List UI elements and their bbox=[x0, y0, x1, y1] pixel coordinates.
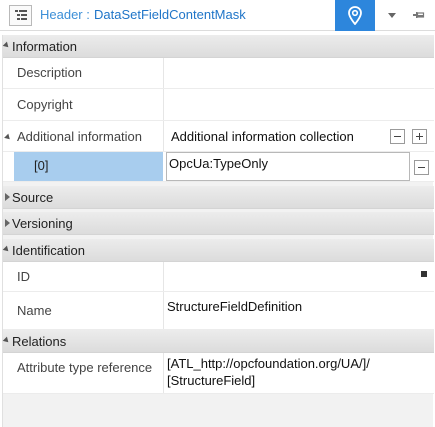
collapse-arrow-icon[interactable] bbox=[4, 133, 12, 142]
section-versioning[interactable]: Versioning bbox=[3, 212, 434, 235]
property-name: Copyright bbox=[17, 97, 73, 112]
property-row-id[interactable]: ID bbox=[3, 262, 434, 292]
expand-arrow-icon[interactable] bbox=[5, 193, 10, 201]
section-label: Information bbox=[12, 39, 78, 54]
property-row-additional-information[interactable]: Additional information Additional inform… bbox=[3, 121, 434, 152]
section-label: Source bbox=[12, 190, 54, 205]
property-row-attribute-type-reference[interactable]: Attribute type reference [ATL_http://opc… bbox=[3, 353, 434, 394]
pin-location-button[interactable] bbox=[335, 0, 375, 31]
unpin-button[interactable] bbox=[412, 8, 426, 22]
dropdown-arrow-icon bbox=[388, 13, 396, 18]
collection-item-row[interactable]: [0] OpcUa:TypeOnly bbox=[3, 152, 434, 182]
properties-icon[interactable] bbox=[9, 5, 32, 26]
collection-item-index: [0] bbox=[34, 158, 49, 173]
property-row-name[interactable]: Name StructureFieldDefinition bbox=[3, 292, 434, 330]
add-item-button[interactable] bbox=[412, 129, 427, 144]
section-information[interactable]: Information bbox=[2, 35, 434, 58]
remove-item-button[interactable] bbox=[390, 129, 405, 144]
property-name: Name bbox=[17, 303, 52, 318]
section-label: Identification bbox=[12, 243, 85, 258]
remove-collection-item-button[interactable] bbox=[414, 160, 429, 175]
additional-information-value: Additional information collection bbox=[171, 129, 354, 144]
header-label: Header : bbox=[40, 7, 90, 22]
collection-item-value-field[interactable]: OpcUa:TypeOnly bbox=[166, 152, 410, 181]
section-label: Versioning bbox=[12, 216, 73, 231]
unpin-icon bbox=[413, 12, 425, 18]
header-value: DataSetFieldContentMask bbox=[94, 7, 246, 22]
property-name: Description bbox=[17, 65, 83, 80]
name-value[interactable]: StructureFieldDefinition bbox=[167, 299, 302, 314]
expand-arrow-icon[interactable] bbox=[5, 219, 10, 227]
property-name: Additional information bbox=[17, 129, 143, 144]
property-header: Header : DataSetFieldContentMask bbox=[0, 0, 435, 31]
property-row-copyright[interactable]: Copyright bbox=[3, 89, 434, 121]
ellipsis-button-icon[interactable] bbox=[421, 271, 427, 277]
property-grid: Information Description Copyright Additi… bbox=[2, 35, 434, 427]
attribute-type-reference-line1[interactable]: [ATL_http://opcfoundation.org/UA/]/ bbox=[167, 356, 370, 371]
property-row-description[interactable]: Description bbox=[3, 58, 434, 89]
collection-item-index-cell[interactable]: [0] bbox=[14, 152, 163, 181]
collection-item-value: OpcUa:TypeOnly bbox=[169, 156, 268, 171]
dropdown-button[interactable] bbox=[386, 9, 398, 21]
section-identification[interactable]: Identification bbox=[2, 239, 434, 262]
section-source[interactable]: Source bbox=[3, 186, 434, 209]
attribute-type-reference-line2[interactable]: [StructureField] bbox=[167, 373, 255, 388]
pin-location-icon bbox=[348, 6, 362, 25]
section-label: Relations bbox=[12, 334, 67, 349]
section-relations[interactable]: Relations bbox=[2, 330, 434, 353]
collapse-arrow-icon[interactable] bbox=[2, 336, 11, 345]
property-name: ID bbox=[17, 269, 30, 284]
property-name: Attribute type reference bbox=[17, 360, 153, 375]
collapse-arrow-icon[interactable] bbox=[2, 41, 11, 50]
collapse-arrow-icon[interactable] bbox=[2, 245, 11, 254]
